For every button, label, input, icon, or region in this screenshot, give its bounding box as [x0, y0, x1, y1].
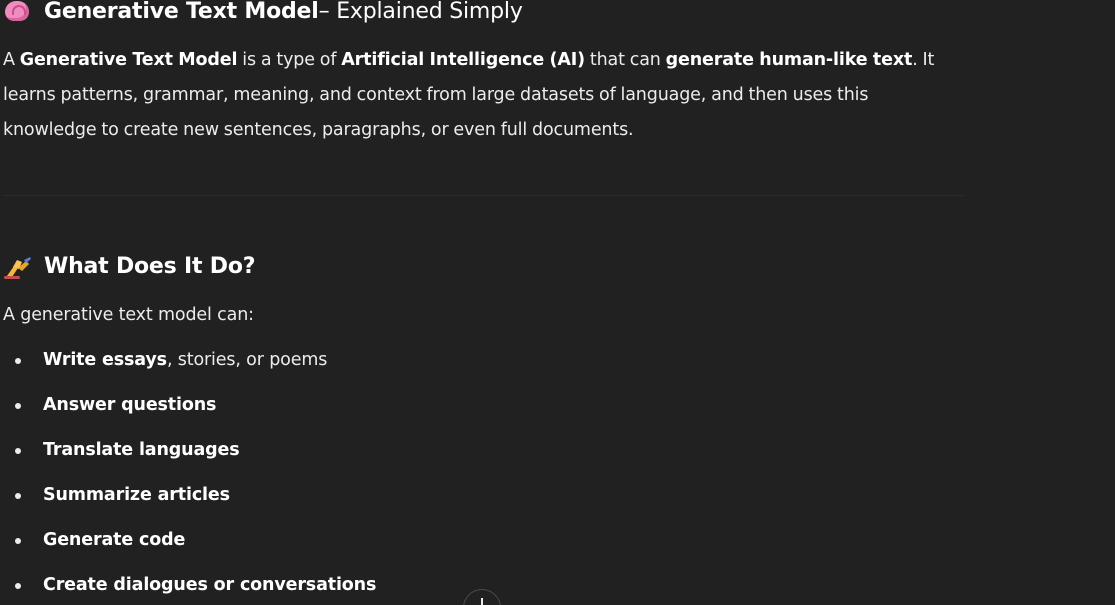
paragraph-bold-run: generate human-like text: [665, 50, 913, 70]
list-item-bold-text: Create dialogues or conversations: [43, 575, 377, 595]
writing-hand-icon: [3, 254, 33, 280]
intro-paragraph: A Generative Text Model is a type of Art…: [3, 43, 961, 148]
list-item: Generate code: [3, 523, 376, 568]
section-heading-what-does-it-do: What Does It Do?: [3, 254, 256, 280]
list-item: Create dialogues or conversations: [3, 568, 376, 605]
list-item-bold-text: Write essays: [43, 350, 167, 370]
paragraph-text-run: that can: [584, 50, 666, 70]
list-item-bold-text: Generate code: [43, 530, 186, 550]
section-divider: [3, 195, 963, 196]
heading-rest-text: – Explained Simply: [318, 0, 523, 24]
section-heading-generative-text-model: Generative Text Model – Explained Simply: [3, 0, 523, 25]
arrow-down-icon: [481, 598, 483, 605]
list-item-bold-text: Translate languages: [43, 440, 240, 460]
scroll-down-button[interactable]: [463, 589, 501, 605]
list-item-text: , stories, or poems: [166, 350, 328, 370]
heading-text: What Does It Do?: [44, 254, 256, 279]
list-item: Answer questions: [3, 388, 376, 433]
list-item: Translate languages: [3, 433, 376, 478]
list-item-bold-text: Answer questions: [43, 395, 217, 415]
list-intro-text: A generative text model can:: [3, 305, 254, 325]
heading-bold-text: Generative Text Model: [44, 0, 319, 24]
list-item: Summarize articles: [3, 478, 376, 523]
paragraph-bold-run: Generative Text Model: [19, 50, 238, 70]
paragraph-bold-run: Artificial Intelligence (AI): [341, 50, 585, 70]
paragraph-text-run: A: [3, 50, 20, 70]
list-item: Write essays, stories, or poems: [3, 343, 376, 388]
list-item-bold-text: Summarize articles: [43, 485, 230, 505]
brain-icon: [3, 0, 33, 25]
capabilities-list: Write essays, stories, or poems Answer qu…: [3, 343, 376, 605]
paragraph-text-run: is a type of: [237, 50, 342, 70]
